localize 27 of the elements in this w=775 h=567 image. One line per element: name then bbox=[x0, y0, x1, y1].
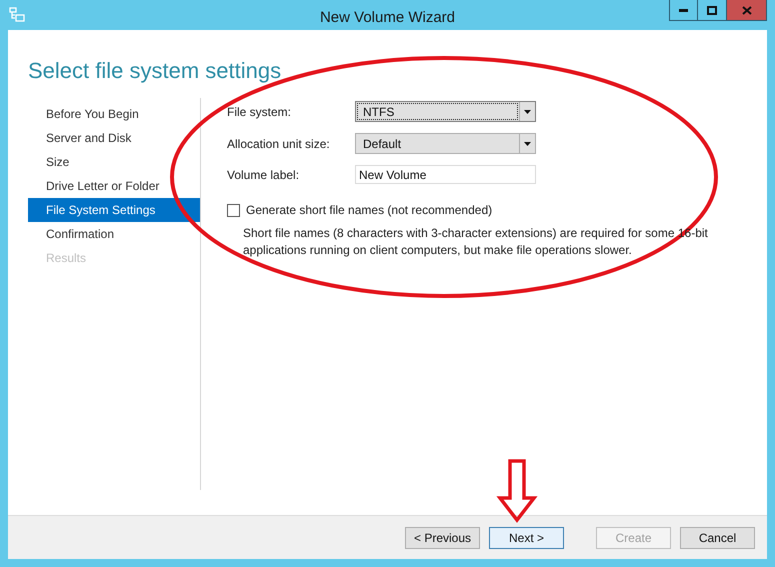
checkbox[interactable] bbox=[227, 204, 240, 216]
minimize-icon bbox=[679, 8, 688, 12]
wizard-step[interactable]: Server and Disk bbox=[28, 126, 200, 150]
wizard-step[interactable]: Size bbox=[28, 150, 200, 174]
wizard-step[interactable]: File System Settings bbox=[28, 198, 200, 222]
close-icon bbox=[742, 6, 752, 14]
wizard-step[interactable]: Confirmation bbox=[28, 222, 200, 246]
wizard-step[interactable]: Drive Letter or Folder bbox=[28, 174, 200, 198]
checkbox-label: Generate short file names (not recommended) bbox=[246, 202, 492, 219]
input-field[interactable]: New Volume bbox=[355, 165, 536, 184]
minimize-button[interactable] bbox=[669, 0, 698, 21]
app-icon bbox=[9, 7, 25, 23]
field-label: Allocation unit size: bbox=[227, 136, 331, 152]
dropdown[interactable]: NTFS bbox=[355, 101, 536, 122]
wizard-button[interactable]: Cancel bbox=[680, 526, 755, 548]
wizard-button[interactable]: Next > bbox=[489, 526, 564, 548]
maximize-icon bbox=[707, 6, 717, 14]
wizard-step[interactable]: Before You Begin bbox=[28, 102, 200, 126]
page-heading: Select file system settings bbox=[28, 57, 282, 85]
caret-icon bbox=[524, 142, 531, 146]
window-title: New Volume Wizard bbox=[318, 8, 456, 28]
dropdown[interactable]: Default bbox=[355, 133, 536, 154]
field-label: Volume label: bbox=[227, 166, 300, 184]
close-button[interactable] bbox=[727, 0, 767, 21]
caret-icon bbox=[524, 110, 531, 114]
wizard-button[interactable]: < Previous bbox=[405, 526, 480, 548]
field-label: File system: bbox=[227, 104, 292, 120]
